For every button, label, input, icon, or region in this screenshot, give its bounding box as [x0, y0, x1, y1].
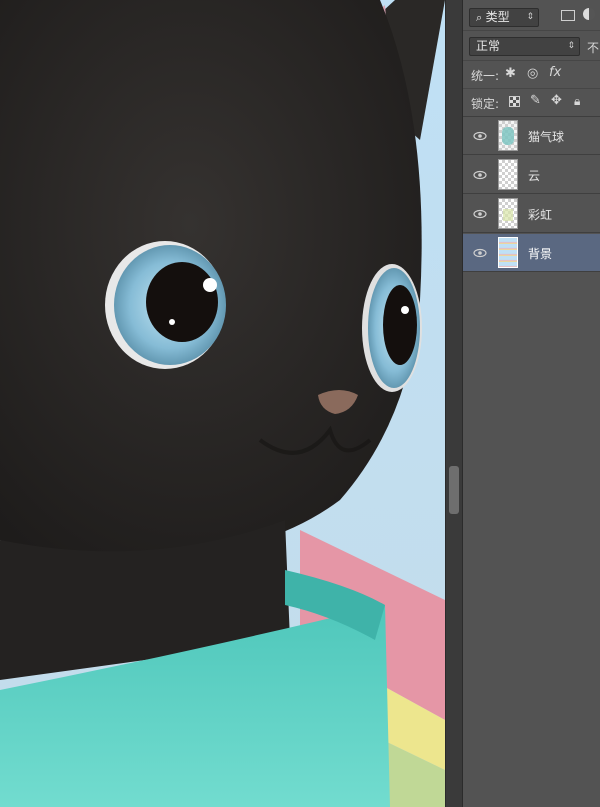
layer-item-rainbow[interactable]: 彩虹 — [463, 195, 600, 233]
layer-item-cat-balloon[interactable]: 猫气球 — [463, 117, 600, 155]
unify-style-icon[interactable]: fx — [549, 65, 561, 80]
blend-row: 正常 ⇕ 不 — [463, 30, 600, 61]
filter-row: ⌕ 类型 ⇕ — [463, 0, 600, 31]
layer-thumbnail — [498, 198, 518, 229]
unify-position-icon[interactable]: ✱ — [505, 66, 516, 81]
eye-icon[interactable] — [473, 168, 487, 182]
layer-name: 背景 — [528, 247, 553, 261]
eye-icon[interactable] — [473, 246, 487, 260]
layer-name: 彩虹 — [528, 208, 553, 222]
image-filter-icon[interactable] — [561, 10, 575, 21]
lock-label: 锁定: — [471, 97, 500, 111]
opacity-label: 不 — [587, 41, 600, 55]
blend-mode-dropdown[interactable]: 正常 ⇕ — [469, 37, 580, 56]
cat-artwork — [0, 0, 445, 807]
layer-thumbnail — [498, 159, 518, 190]
vertical-scrollbar[interactable] — [445, 0, 463, 807]
cat-eye-left-pupil — [146, 262, 218, 342]
layer-name: 猫气球 — [528, 130, 565, 144]
balloon-thumb-shape — [502, 127, 514, 145]
eye-icon[interactable] — [473, 129, 487, 143]
lock-row: 锁定: ✎ ✥ 🔒︎ — [463, 88, 600, 117]
layers-panel: ⌕ 类型 ⇕ 正常 ⇕ 不 统一: ✱ ◎ fx 锁定: ✎ ✥ 🔒︎ 猫气球 … — [463, 0, 600, 807]
layers-list: 猫气球 云 彩虹 背景 — [463, 117, 600, 277]
adjustment-filter-icon[interactable] — [583, 8, 595, 20]
unify-row: 统一: ✱ ◎ fx — [463, 60, 600, 89]
unify-label: 统一: — [471, 69, 500, 83]
layer-name: 云 — [528, 169, 541, 183]
layer-item-cloud[interactable]: 云 — [463, 156, 600, 194]
chevron-updown-icon: ⇕ — [567, 41, 575, 51]
filter-kind-label: 类型 — [485, 10, 510, 24]
lock-move-icon[interactable]: ✥ — [551, 93, 562, 108]
layer-filter-dropdown[interactable]: ⌕ 类型 ⇕ — [469, 8, 539, 27]
lock-all-icon[interactable]: 🔒︎ — [574, 94, 580, 109]
search-icon: ⌕ — [476, 11, 486, 24]
layer-item-background[interactable]: 背景 — [463, 234, 600, 272]
document-canvas[interactable] — [0, 0, 445, 807]
unify-visibility-icon[interactable]: ◎ — [527, 66, 538, 81]
blend-mode-value: 正常 — [476, 39, 501, 53]
cat-eye-right-pupil — [383, 285, 417, 365]
lock-paint-brush-icon[interactable]: ✎ — [530, 93, 541, 108]
layer-thumbnail — [498, 237, 518, 268]
layer-thumbnail — [498, 120, 518, 151]
scrollbar-thumb[interactable] — [449, 466, 459, 514]
lock-transparency-icon[interactable] — [509, 96, 520, 107]
chevron-updown-icon: ⇕ — [526, 12, 534, 22]
eye-icon[interactable] — [473, 207, 487, 221]
rainbow-thumb-shape — [503, 209, 513, 221]
